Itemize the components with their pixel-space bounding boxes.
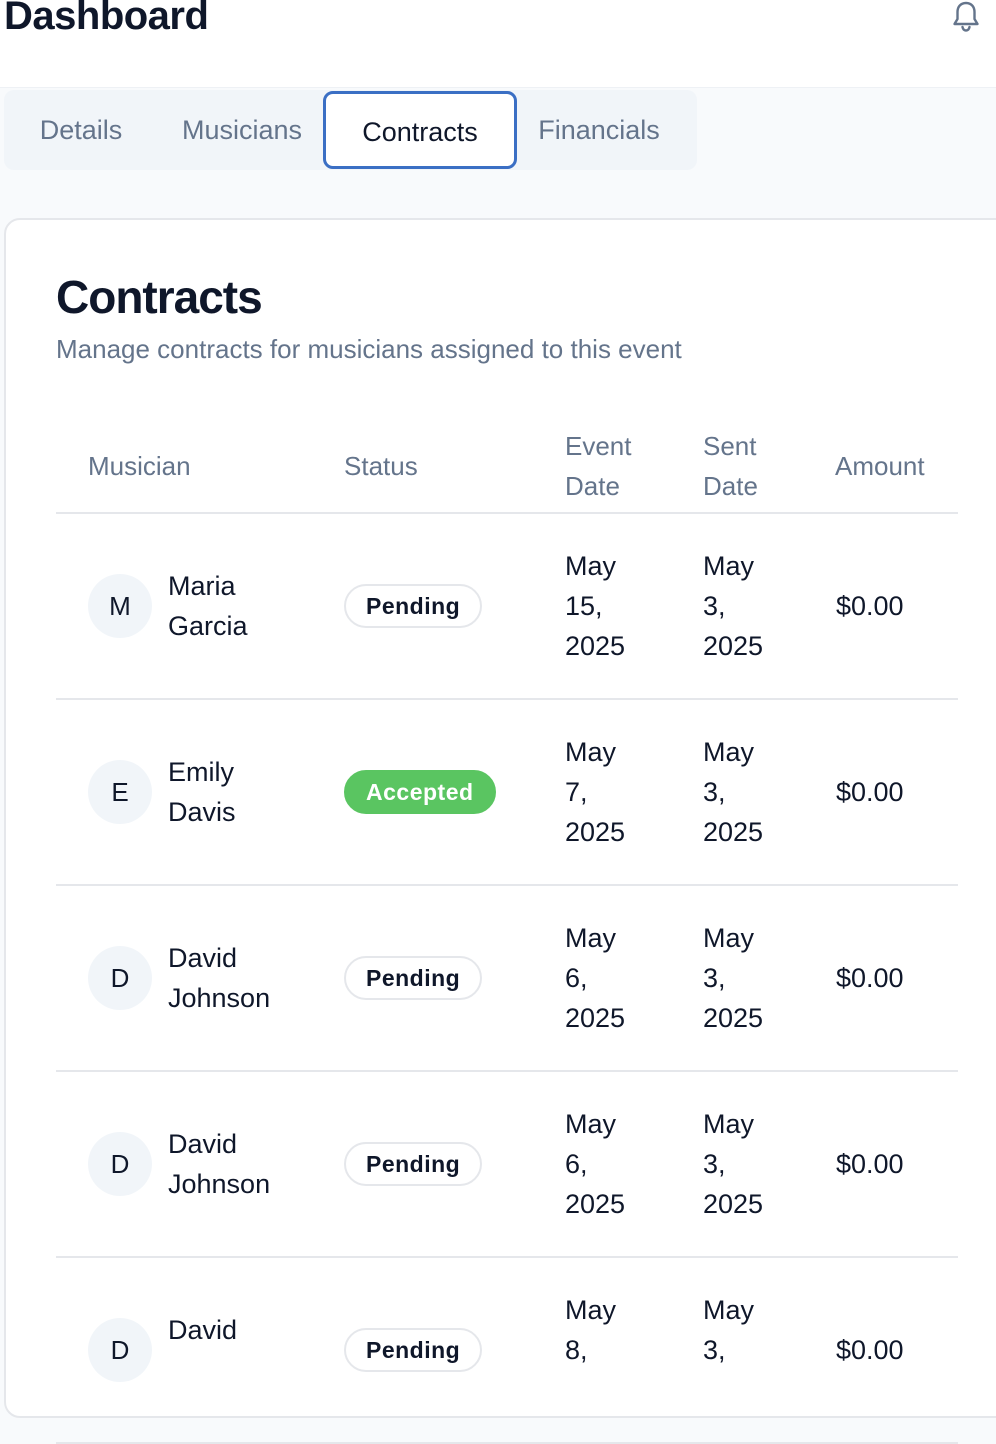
event-date-line: May: [565, 923, 617, 953]
column-header-musician[interactable]: Musician: [88, 446, 191, 486]
musician-first-name: David: [168, 943, 238, 973]
sent-date-line: May: [703, 737, 755, 767]
status-badge: Pending: [344, 1142, 483, 1186]
avatar: E: [88, 760, 152, 824]
amount: $0.00: [836, 963, 904, 993]
event-date-line: 6,: [565, 1149, 588, 1179]
event-date: May 7, 2025: [565, 732, 685, 852]
bell-icon[interactable]: [950, 0, 982, 34]
sent-date: May 3, 2025: [703, 546, 823, 666]
event-date: May 8,: [565, 1290, 685, 1370]
card-subtitle: Manage contracts for musicians assigned …: [56, 334, 682, 364]
tab-musicians[interactable]: Musicians: [164, 90, 320, 170]
musician-last-name: Davis: [168, 797, 236, 827]
event-date-line: May: [565, 737, 617, 767]
column-header-amount[interactable]: Amount: [835, 446, 925, 486]
event-date: May 6, 2025: [565, 1104, 685, 1224]
sent-date: May 3, 2025: [703, 918, 823, 1038]
sent-date-line: 3,: [703, 591, 726, 621]
event-date-line: May: [565, 551, 617, 581]
event-date-line: 2025: [565, 1189, 626, 1219]
sent-date-line: May: [703, 923, 755, 953]
column-header-sent-date-line: Date: [703, 471, 758, 501]
table-row[interactable]: M Maria Garcia Pending May 15, 2025 May …: [56, 514, 958, 700]
avatar: M: [88, 574, 152, 638]
event-date-line: May: [565, 1109, 617, 1139]
event-date-line: 15,: [565, 591, 603, 621]
sent-date-line: 3,: [703, 1335, 726, 1365]
musician-name: David: [168, 1310, 328, 1350]
top-bar: Dashboard: [0, 0, 996, 88]
sent-date: May 3, 2025: [703, 732, 823, 852]
status-badge: Pending: [344, 1328, 483, 1372]
musician-last-name: Johnson: [168, 1169, 271, 1199]
sent-date: May 3,: [703, 1290, 823, 1370]
sent-date-line: 2025: [703, 1003, 764, 1033]
avatar: D: [88, 1132, 152, 1196]
sent-date-line: 3,: [703, 1149, 726, 1179]
event-date-line: 2025: [565, 817, 626, 847]
sent-date-line: 3,: [703, 777, 726, 807]
musician-first-name: David: [168, 1315, 238, 1345]
musician-first-name: Emily: [168, 757, 234, 787]
event-date-line: 8,: [565, 1335, 588, 1365]
amount: $0.00: [836, 1149, 904, 1179]
sent-date: May 3, 2025: [703, 1104, 823, 1224]
event-date-line: 6,: [565, 963, 588, 993]
musician-last-name: Johnson: [168, 983, 271, 1013]
column-header-sent-date[interactable]: Sent Date: [703, 426, 758, 506]
amount: $0.00: [836, 591, 904, 621]
musician-name: David Johnson: [168, 938, 328, 1018]
event-date-line: May: [565, 1295, 617, 1325]
event-date-line: 2025: [565, 631, 626, 661]
sent-date-line: May: [703, 551, 755, 581]
sent-date-line: 3,: [703, 963, 726, 993]
tab-contracts[interactable]: Contracts: [323, 91, 517, 169]
musician-name: David Johnson: [168, 1124, 328, 1204]
tab-bar: Details Musicians Contracts Financials: [4, 90, 697, 170]
musician-name: Emily Davis: [168, 752, 328, 832]
table-row[interactable]: D David Johnson Pending May 6, 2025 May …: [56, 1072, 958, 1258]
contracts-card: Contracts Manage contracts for musicians…: [4, 218, 996, 1444]
table-row[interactable]: E Emily Davis Accepted May 7, 2025 May 3…: [56, 700, 958, 886]
avatar: D: [88, 1318, 152, 1382]
page-title: Dashboard: [4, 0, 209, 38]
sent-date-line: 2025: [703, 631, 764, 661]
amount: $0.00: [836, 1335, 904, 1365]
tab-details[interactable]: Details: [10, 90, 152, 170]
column-header-sent-date-line: Sent: [703, 431, 757, 461]
tab-financials[interactable]: Financials: [526, 90, 672, 170]
sent-date-line: May: [703, 1109, 755, 1139]
musician-first-name: David: [168, 1129, 238, 1159]
column-header-status[interactable]: Status: [344, 446, 418, 486]
event-date: May 6, 2025: [565, 918, 685, 1038]
event-date-line: 7,: [565, 777, 588, 807]
amount: $0.00: [836, 777, 904, 807]
column-header-event-date[interactable]: Event Date: [565, 426, 632, 506]
musician-name: Maria Garcia: [168, 566, 328, 646]
status-badge: Accepted: [344, 770, 496, 814]
event-date-line: 2025: [565, 1003, 626, 1033]
event-date: May 15, 2025: [565, 546, 685, 666]
table-row[interactable]: D David Pending May 8, May 3, $0.00: [56, 1258, 958, 1444]
musician-first-name: Maria: [168, 571, 236, 601]
card-title: Contracts: [56, 271, 263, 323]
sent-date-line: 2025: [703, 1189, 764, 1219]
sent-date-line: May: [703, 1295, 755, 1325]
musician-last-name: Garcia: [168, 611, 248, 641]
column-header-event-date-line: Event: [565, 431, 632, 461]
status-badge: Pending: [344, 584, 483, 628]
column-header-event-date-line: Date: [565, 471, 620, 501]
sent-date-line: 2025: [703, 817, 764, 847]
avatar: D: [88, 946, 152, 1010]
table-row[interactable]: D David Johnson Pending May 6, 2025 May …: [56, 886, 958, 1072]
status-badge: Pending: [344, 956, 483, 1000]
